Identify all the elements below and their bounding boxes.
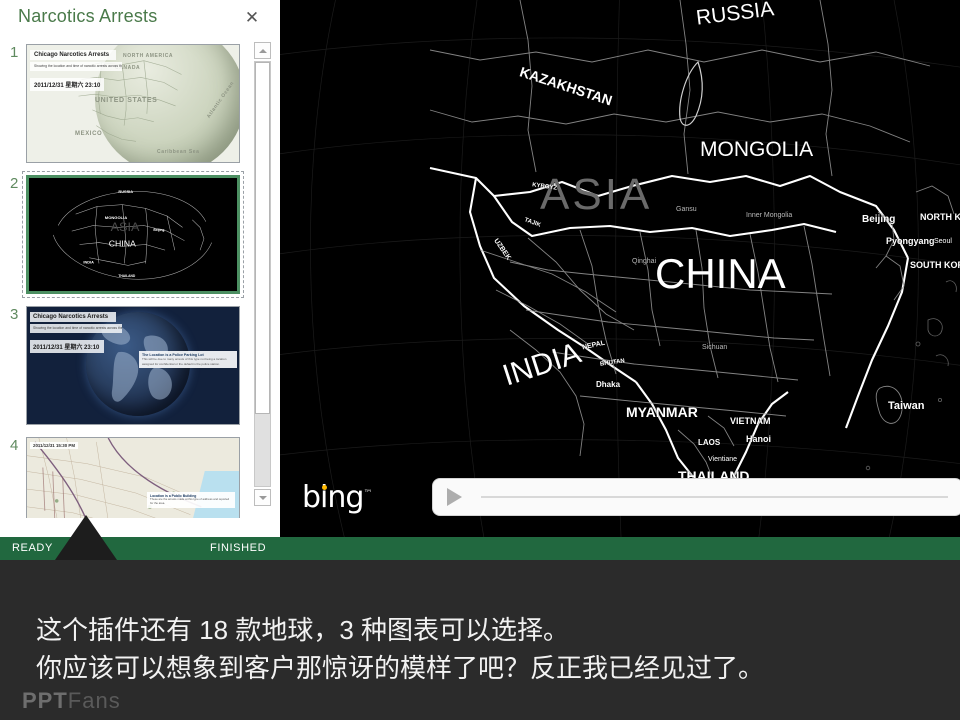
list-item[interactable]: 1 NORTH AMERICA CANADA UNITED STATES MEX…: [0, 38, 250, 169]
scrollbar-thumb[interactable]: [255, 62, 270, 414]
brand-bold: PPT: [22, 688, 68, 713]
trademark-symbol: ™: [363, 489, 372, 499]
thumbnail-scrollbar[interactable]: [254, 42, 271, 506]
thumbnail-list[interactable]: 1 NORTH AMERICA CANADA UNITED STATES MEX…: [0, 38, 250, 518]
map-label-inner-mongolia: Inner Mongolia: [746, 212, 793, 219]
slide-callout: Location is a Public Building These are …: [147, 491, 235, 508]
map-label-laos: LAOS: [698, 438, 721, 447]
slide-subtitle: Showing the location and time of narcoti…: [33, 326, 122, 330]
svg-text:Beijing: Beijing: [153, 228, 164, 232]
map-label-vietnam: VIETNAM: [730, 416, 771, 426]
list-item[interactable]: 4 2011/12/31 15:30 PM Location is a Publ…: [0, 431, 250, 518]
close-icon[interactable]: ✕: [242, 8, 262, 28]
map-label: Caribbean Sea: [157, 149, 200, 155]
application-window: Narcotics Arrests ✕ 1 NORTH AMERICA CANA…: [0, 0, 960, 560]
map-label-pyongyang: Pyongyang: [886, 236, 935, 246]
map-label-seoul: Seoul: [934, 238, 952, 245]
svg-text:CHINA: CHINA: [109, 238, 136, 248]
callout-body: This will be due to many arrests of this…: [142, 357, 227, 366]
slide-timestamp: 2011/12/31 星期六 23:10: [33, 345, 100, 351]
play-icon[interactable]: [447, 488, 462, 506]
slide-number: 4: [10, 437, 19, 454]
slide-timestamp: 2011/12/31 星期六 23:10: [34, 83, 101, 89]
slide-title: Chicago Narcotics Arrests: [33, 314, 109, 320]
slide-title: Chicago Narcotics Arrests: [34, 52, 110, 58]
slide-subtitle: Showing the location and time of narcoti…: [34, 64, 122, 68]
svg-text:INDIA: INDIA: [83, 260, 94, 264]
screen-root: Narcotics Arrests ✕ 1 NORTH AMERICA CANA…: [0, 0, 960, 720]
timeline-player[interactable]: [433, 479, 960, 515]
map-label-south-korea: SOUTH KOREA: [910, 260, 960, 270]
panel-header: Narcotics Arrests ✕: [0, 0, 280, 38]
svg-text:RUSSIA: RUSSIA: [118, 190, 133, 194]
continent-label: ASIA: [540, 170, 653, 219]
slide-number: 2: [10, 175, 19, 192]
scroll-down-arrow-icon[interactable]: [254, 489, 271, 506]
brand-light: Fans: [67, 688, 121, 713]
map-label-beijing: Beijing: [862, 214, 896, 225]
page-title: Narcotics Arrests: [18, 6, 158, 26]
bing-wordmark: bing: [302, 480, 364, 515]
map-label-vientiane: Vientiane: [708, 456, 738, 463]
callout-body: These are the arrests made at this type …: [150, 496, 230, 505]
svg-text:THAILAND: THAILAND: [118, 274, 135, 278]
svg-text:MONGOLIA: MONGOLIA: [105, 215, 127, 220]
scroll-up-arrow-icon[interactable]: [254, 42, 271, 59]
map-label-qinghai: Qinghai: [632, 258, 657, 265]
timeline-slider[interactable]: [481, 496, 948, 498]
map-label: MEXICO: [75, 131, 103, 137]
slide-number: 1: [10, 44, 19, 61]
list-item[interactable]: 3 Chicago Narcotics Arrests Showing the …: [0, 300, 250, 431]
slide-thumbnail-1[interactable]: NORTH AMERICA CANADA UNITED STATES MEXIC…: [26, 44, 240, 163]
list-item[interactable]: 2 RUSSIA MONGOLIA CHINA INDIA THAILAND B…: [0, 169, 250, 300]
map-label-gansu: Gansu: [676, 206, 697, 213]
scrollbar-track[interactable]: [254, 61, 271, 487]
caption-line-2: 你应该可以想象到客户那惊讶的模样了吧？反正我已经见过了。: [36, 653, 765, 683]
status-bar: READY FINISHED: [0, 537, 960, 560]
map-label: NORTH AMERICA: [123, 53, 174, 59]
map-label-mongolia: MONGOLIA: [700, 138, 814, 161]
bing-dot-icon: [322, 485, 327, 490]
slide-thumbnail-panel: Narcotics Arrests ✕ 1 NORTH AMERICA CANA…: [0, 0, 280, 537]
map-label-taiwan: Taiwan: [888, 400, 925, 412]
map-label-china: CHINA: [655, 250, 786, 297]
map-label: UNITED STATES: [95, 97, 158, 104]
caption-area: 这个插件还有 18 款地球，3 种图表可以选择。 你应该可以想象到客户那惊讶的模…: [0, 560, 960, 720]
map-label-dhaka: Dhaka: [596, 380, 621, 389]
map-label-sichuan: Sichuan: [702, 344, 728, 351]
map-label-myanmar: MYANMAR: [626, 404, 698, 420]
caption-line-1: 这个插件还有 18 款地球，3 种图表可以选择。: [36, 615, 570, 645]
status-ready-label: READY: [12, 542, 53, 554]
map-label-hanoi: Hanoi: [746, 434, 772, 444]
globe-map-viewport[interactable]: ASIA RUSSIA KAZAKHSTAN MONGOLIA CHINA IN…: [280, 0, 960, 537]
watermark-brand: PPTFans: [22, 688, 121, 714]
status-finished-label: FINISHED: [210, 542, 267, 554]
asia-map-mini: RUSSIA MONGOLIA CHINA INDIA THAILAND Bei…: [53, 190, 212, 280]
slide-thumbnail-3[interactable]: Chicago Narcotics Arrests Showing the lo…: [26, 306, 240, 425]
svg-text:ASIA: ASIA: [111, 220, 140, 234]
slide-timestamp: 2011/12/31 15:30 PM: [33, 443, 75, 448]
bing-logo[interactable]: bing™: [302, 480, 372, 515]
slide-thumbnail-2[interactable]: RUSSIA MONGOLIA CHINA INDIA THAILAND Bei…: [22, 171, 244, 298]
slide-thumbnail-4[interactable]: 2011/12/31 15:30 PM Location is a Public…: [26, 437, 240, 518]
slide-number: 3: [10, 306, 19, 323]
up-arrow-annotation: [55, 515, 117, 560]
map-label-north-korea: NORTH KOREA: [920, 212, 960, 222]
slide-callout: The Location is a Police Parking Lot Thi…: [139, 351, 237, 368]
globe-vector-map: [280, 0, 960, 537]
